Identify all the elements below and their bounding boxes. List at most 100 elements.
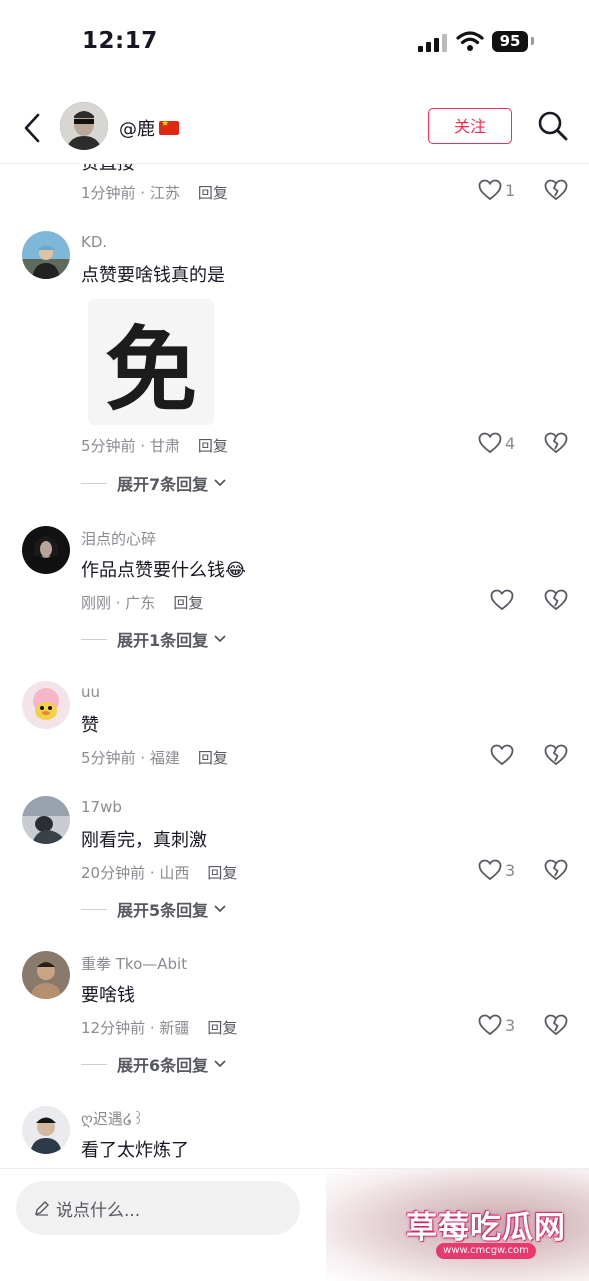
- comment-avatar[interactable]: [22, 231, 70, 279]
- dislike-icon[interactable]: [544, 589, 568, 611]
- chevron-down-icon: [214, 635, 226, 643]
- chevron-down-icon: [214, 1060, 226, 1068]
- comment-avatar[interactable]: [22, 681, 70, 729]
- comment-meta: 刚刚 · 广东 回复: [81, 592, 203, 613]
- cellular-signal-icon: [418, 34, 447, 52]
- expand-replies-button[interactable]: 展开7条回复: [81, 471, 226, 495]
- comment-time: 20分钟前 · 山西: [81, 864, 190, 882]
- comment-username[interactable]: ღ迟遇໒꒱: [81, 1108, 144, 1129]
- reply-button[interactable]: 回复: [198, 184, 228, 202]
- status-bar: 12:17 95: [0, 0, 589, 90]
- header-username-text: @鹿: [119, 119, 155, 140]
- comment-time: 5分钟前 · 福建: [81, 749, 180, 767]
- comment-avatar[interactable]: [22, 951, 70, 999]
- watermark-url: www.cmcgw.com: [436, 1243, 536, 1259]
- like-button[interactable]: [490, 589, 514, 611]
- comment-username[interactable]: 重拳 Tko—Abit: [81, 953, 187, 974]
- comment-meta: 20分钟前 · 山西 回复: [81, 862, 237, 883]
- comment-list[interactable]: 赞直接 1分钟前 · 江苏 回复 1 KD. 点赞要啥钱真的是 免 5分钟前 · …: [0, 163, 589, 1168]
- header-username[interactable]: @鹿: [119, 115, 179, 141]
- expand-replies-button[interactable]: 展开6条回复: [81, 1052, 226, 1076]
- heart-icon: [478, 1014, 502, 1036]
- comment-time: 12分钟前 · 新疆: [81, 1019, 190, 1037]
- comment-input-placeholder: 说点什么...: [56, 1200, 141, 1221]
- like-button[interactable]: 3: [478, 1014, 515, 1036]
- divider-line: [81, 908, 107, 910]
- comment-username[interactable]: KD.: [81, 233, 107, 251]
- heart-icon: [478, 859, 502, 881]
- like-button[interactable]: [490, 744, 514, 766]
- search-icon[interactable]: [537, 110, 569, 142]
- comment-text: 要啥钱: [81, 985, 135, 1006]
- reply-button[interactable]: 回复: [173, 594, 203, 612]
- comment-meta: 1分钟前 · 江苏 回复: [81, 182, 228, 203]
- like-count: 3: [505, 1015, 516, 1035]
- comment-username[interactable]: uu: [81, 683, 100, 701]
- comment-time: 1分钟前 · 江苏: [81, 184, 180, 202]
- comment-meta: 12分钟前 · 新疆 回复: [81, 1017, 237, 1038]
- like-button[interactable]: 1: [478, 179, 515, 201]
- comment-username[interactable]: 17wb: [81, 798, 122, 816]
- comment-text: 作品点赞要什么钱😂: [81, 556, 246, 582]
- status-time: 12:17: [82, 28, 158, 54]
- comment-text: 点赞要啥钱真的是: [81, 265, 225, 286]
- comment-input[interactable]: 说点什么...: [16, 1181, 300, 1235]
- sticker-image[interactable]: 免: [88, 299, 214, 425]
- sticker-glyph: 免: [104, 316, 197, 424]
- header-avatar[interactable]: [60, 102, 108, 150]
- reply-button[interactable]: 回复: [198, 749, 228, 767]
- expand-replies-button[interactable]: 展开5条回复: [81, 897, 226, 921]
- like-button[interactable]: 3: [478, 859, 515, 881]
- divider-line: [81, 1063, 107, 1065]
- battery-level: 95: [492, 31, 528, 52]
- expand-label: 展开1条回复: [117, 631, 209, 650]
- dislike-icon[interactable]: [544, 859, 568, 881]
- comment-meta: 5分钟前 · 福建 回复: [81, 747, 228, 768]
- follow-button[interactable]: 关注: [428, 108, 512, 144]
- reply-button[interactable]: 回复: [207, 864, 237, 882]
- dislike-icon[interactable]: [544, 1014, 568, 1036]
- comment-text-content: 作品点赞要什么钱: [81, 560, 225, 581]
- like-count: 4: [505, 433, 516, 453]
- expand-label: 展开5条回复: [117, 901, 209, 920]
- comment-meta: 5分钟前 · 甘肃 回复: [81, 435, 228, 456]
- comment-time: 刚刚 · 广东: [81, 594, 156, 612]
- watermark-logo: 草莓吃瓜网: [406, 1210, 566, 1246]
- laughing-crying-emoji: 😂: [225, 560, 247, 581]
- heart-icon: [490, 589, 514, 611]
- dislike-icon[interactable]: [544, 744, 568, 766]
- expand-label: 展开7条回复: [117, 475, 209, 494]
- chevron-down-icon: [214, 905, 226, 913]
- battery-tip: [531, 37, 534, 45]
- chevron-down-icon: [214, 479, 226, 487]
- like-count: 3: [505, 860, 516, 880]
- comment-text: 赞: [81, 715, 99, 736]
- comment-avatar[interactable]: [22, 526, 70, 574]
- heart-icon: [490, 744, 514, 766]
- comment-avatar[interactable]: [22, 1106, 70, 1154]
- heart-icon: [478, 179, 502, 201]
- divider-line: [81, 638, 107, 640]
- wifi-icon: [456, 31, 484, 51]
- profile-header: @鹿 关注: [0, 95, 589, 164]
- pencil-icon: [35, 1201, 49, 1216]
- back-arrow-icon[interactable]: [18, 111, 46, 145]
- heart-icon: [478, 432, 502, 454]
- expand-replies-button[interactable]: 展开1条回复: [81, 627, 226, 651]
- comment-avatar[interactable]: [22, 796, 70, 844]
- dislike-icon[interactable]: [544, 179, 568, 201]
- dislike-icon[interactable]: [544, 432, 568, 454]
- reply-button[interactable]: 回复: [207, 1019, 237, 1037]
- comment-text: 看了太炸炼了: [81, 1140, 189, 1161]
- comment-text: 赞直接: [81, 163, 135, 174]
- comment-username[interactable]: 泪点的心碎: [81, 528, 156, 549]
- comment-time: 5分钟前 · 甘肃: [81, 437, 180, 455]
- like-button[interactable]: 4: [478, 432, 515, 454]
- comment-input-bar: 说点什么... 草莓吃瓜网 www.cmcgw.com: [0, 1168, 589, 1281]
- divider-line: [81, 482, 107, 484]
- expand-label: 展开6条回复: [117, 1056, 209, 1075]
- reply-button[interactable]: 回复: [198, 437, 228, 455]
- like-count: 1: [505, 180, 516, 200]
- comment-text: 刚看完，真刺激: [81, 830, 207, 851]
- china-flag-icon: [159, 119, 179, 135]
